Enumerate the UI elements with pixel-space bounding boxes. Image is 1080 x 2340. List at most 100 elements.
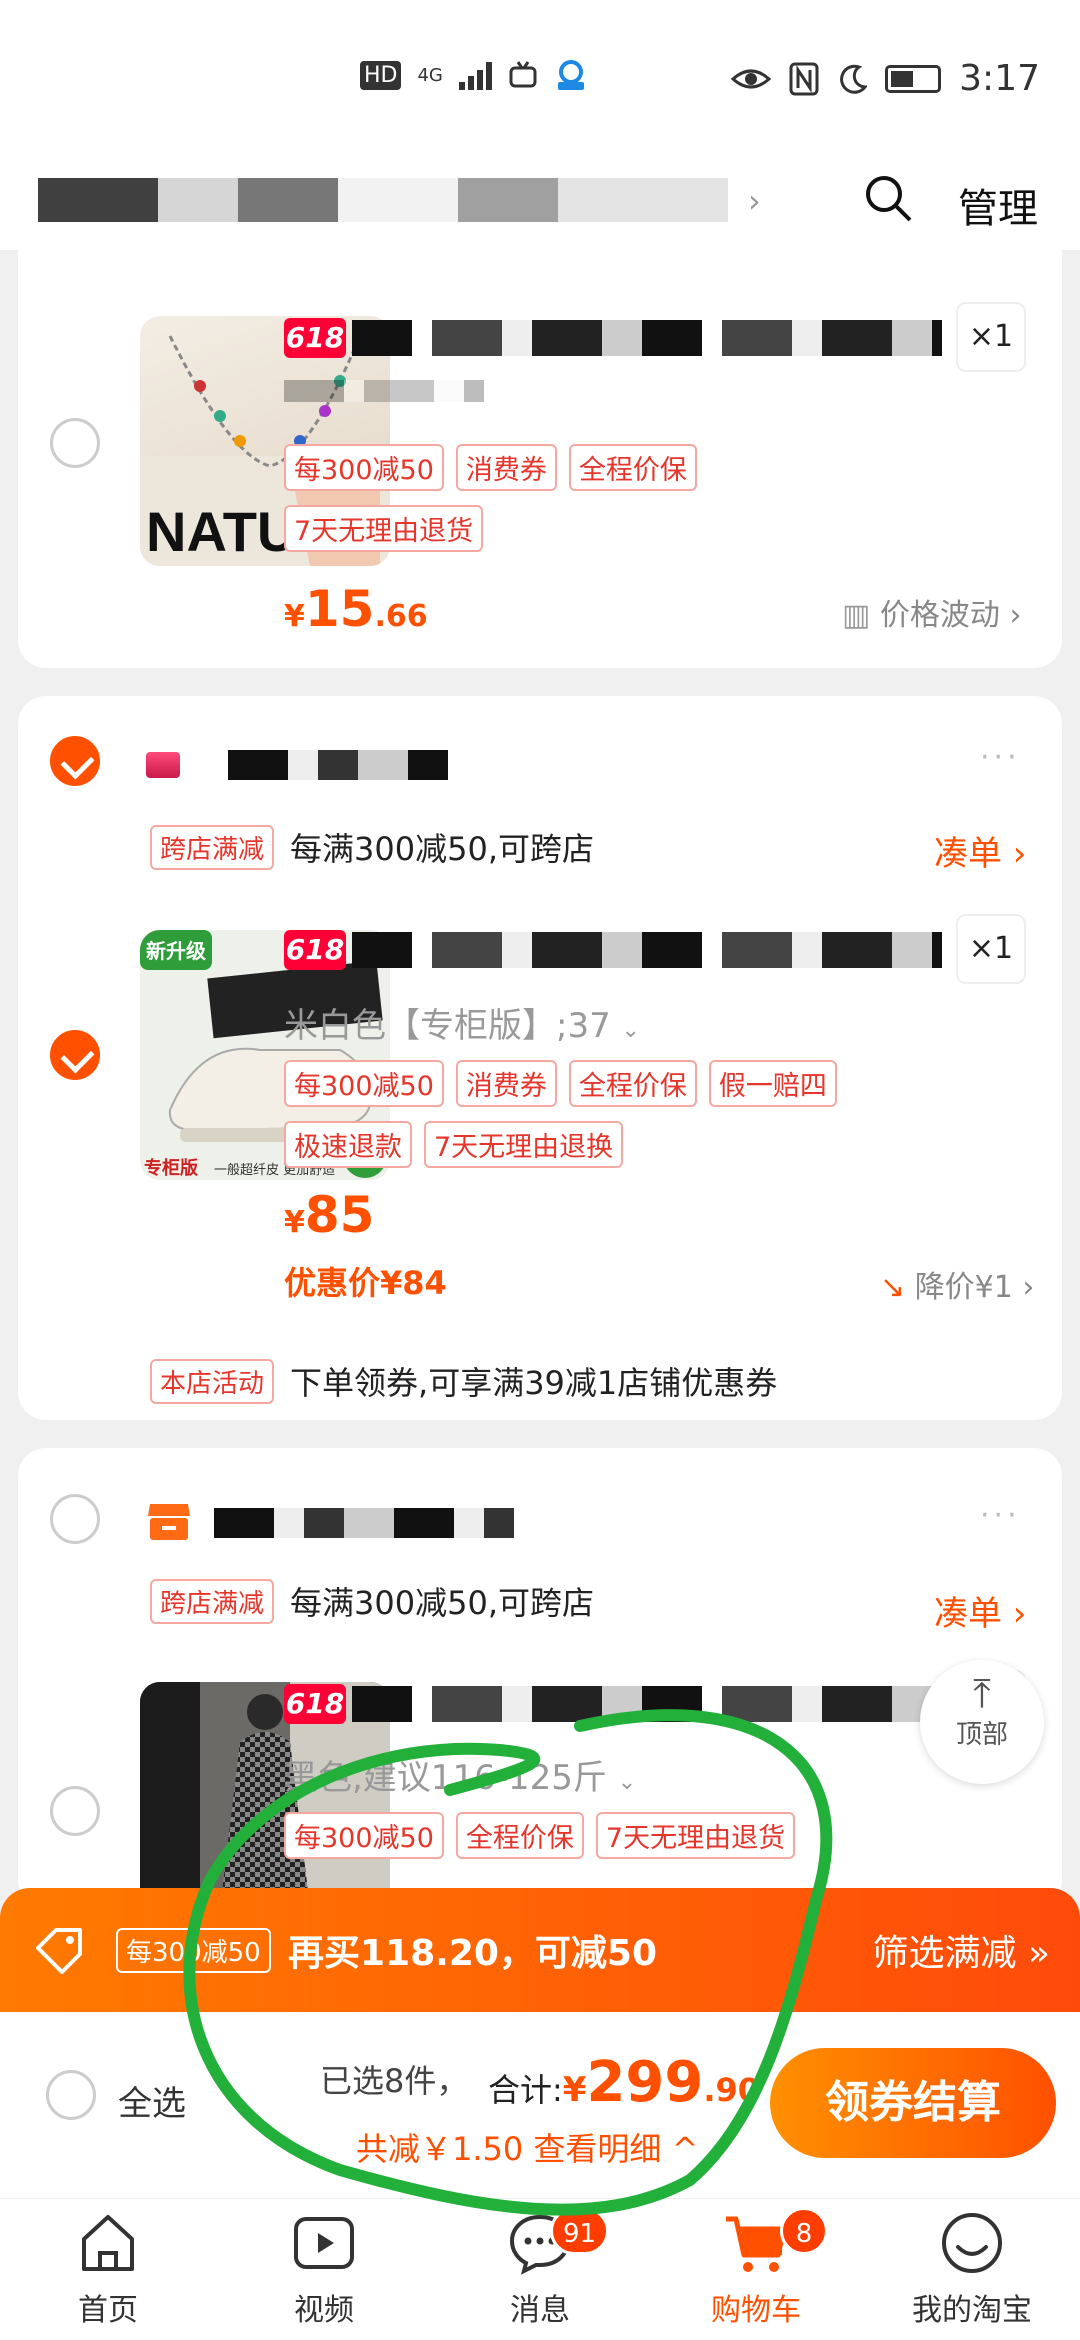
sku-selector[interactable]: 黑色,建议116-125斤 ⌄ — [284, 1750, 636, 1799]
selected-count: 已选8件， — [320, 2062, 469, 2100]
item-select-radio[interactable] — [50, 1786, 100, 1836]
address-redacted[interactable] — [38, 178, 728, 222]
status-right: 3:17 — [731, 58, 1040, 99]
store-icon — [148, 1504, 190, 1540]
tab-label: 首页 — [78, 2293, 138, 2328]
arrow-up-icon: ⤒ — [973, 1671, 991, 1717]
price-fluctuation-link[interactable]: ▥ 价格波动 › — [842, 590, 1021, 634]
price-currency: ¥ — [284, 1205, 305, 1240]
total-int: 299 — [586, 2050, 704, 2115]
promo-text: 下单领券,可享满39减1店铺优惠券 — [290, 1364, 778, 1402]
store-select-radio[interactable] — [50, 1494, 100, 1544]
item-price: ¥15.66 — [284, 580, 428, 638]
item-title-redacted[interactable] — [352, 932, 942, 968]
cross-store-promo: 跨店满减 每满300减50,可跨店 — [150, 824, 594, 870]
sku-label: 米白色【专柜版】;37 — [284, 1006, 611, 1046]
tab-home[interactable]: 首页 — [28, 2209, 188, 2329]
select-all-label[interactable]: 全选 — [118, 2076, 186, 2125]
promo-text: 每满300减50,可跨店 — [290, 830, 594, 868]
store-name-redacted[interactable] — [228, 750, 448, 780]
tab-label: 视频 — [294, 2293, 354, 2328]
tab-my-taobao[interactable]: 我的淘宝 — [892, 2209, 1052, 2329]
tag-618: 618 — [284, 930, 346, 970]
quantity-button[interactable]: ×1 — [956, 302, 1026, 372]
item-title-redacted[interactable] — [352, 320, 942, 356]
price-int: 85 — [304, 1186, 375, 1244]
checkout-button[interactable]: 领券结算 — [770, 2048, 1056, 2158]
item-title-redacted[interactable] — [352, 1686, 942, 1722]
chip: 消费券 — [455, 1060, 557, 1107]
tab-messages[interactable]: 消息 91 — [460, 2207, 620, 2329]
select-all-radio[interactable] — [46, 2070, 96, 2120]
sku-redacted[interactable] — [284, 380, 484, 402]
profile-icon — [942, 2213, 1002, 2273]
price-int: 15 — [304, 580, 375, 638]
price-drop-label: 降价¥1 — [914, 1270, 1013, 1305]
store-name-redacted[interactable] — [214, 1508, 514, 1538]
tab-label: 我的淘宝 — [912, 2293, 1032, 2328]
coupon-icon — [36, 1928, 82, 1974]
sku-selector[interactable]: 米白色【专柜版】;37 ⌄ — [284, 998, 640, 1047]
promo-tag: 跨店满减 — [150, 1578, 275, 1624]
coudan-link[interactable]: 凑单 › — [934, 826, 1026, 875]
tab-cart[interactable]: 购物车 8 — [676, 2207, 836, 2329]
promo-text: 每满300减50,可跨店 — [290, 1584, 594, 1622]
cross-store-promo: 跨店满减 每满300减50,可跨店 — [150, 1578, 594, 1624]
coudan-label: 凑单 — [934, 1594, 1002, 1634]
promo-banner[interactable]: 每300减50 再买118.20，可减50 筛选满减 » — [0, 1888, 1080, 2012]
banner-tag: 每300减50 — [116, 1928, 271, 1973]
cart-icon — [726, 2216, 787, 2272]
chip: 7天无理由退换 — [424, 1121, 624, 1168]
chip: 全程价保 — [455, 1812, 584, 1859]
hd-indicator: HD — [360, 60, 402, 90]
moon-icon — [840, 64, 868, 94]
coudan-label: 凑单 — [934, 834, 1002, 874]
tab-video[interactable]: 视频 — [244, 2209, 404, 2329]
arrow-down-right-icon: ↘ — [880, 1270, 906, 1305]
coudan-link[interactable]: 凑单 › — [934, 1586, 1026, 1635]
chip: 全程价保 — [568, 1060, 697, 1107]
chevron-right-icon: › — [1022, 1270, 1035, 1305]
thumb-brand: 专柜版 — [144, 1157, 198, 1179]
chip: 每300减50 — [284, 1060, 444, 1107]
tv-icon — [509, 61, 537, 88]
app-notify-icon — [557, 60, 584, 90]
tag-618: 618 — [284, 1684, 346, 1724]
search-icon[interactable] — [862, 172, 914, 224]
signal-icon — [458, 60, 492, 90]
chevron-down-icon: ⌄ — [617, 1770, 637, 1795]
store-activity: 本店活动 下单领券,可享满39减1店铺优惠券 — [150, 1358, 777, 1404]
price-currency: ¥ — [284, 599, 305, 634]
price-dec: .66 — [374, 599, 428, 634]
promo-tag: 跨店满减 — [150, 824, 275, 870]
more-icon[interactable]: ··· — [980, 740, 1021, 775]
back-to-top-button[interactable]: ⤒ 顶部 — [920, 1660, 1044, 1784]
network-type: 4G — [417, 64, 443, 86]
total-currency: ¥ — [562, 2070, 587, 2110]
filter-discount-link[interactable]: 筛选满减 » — [873, 1924, 1050, 1976]
back-to-top-label: 顶部 — [955, 1720, 1008, 1750]
svg-text:NATU: NATU — [146, 500, 297, 563]
savings-detail-link[interactable]: 共减￥1.50 查看明细 ^ — [356, 2124, 698, 2170]
quantity-button[interactable]: ×1 — [956, 914, 1026, 984]
message-badge: 91 — [550, 2207, 610, 2255]
cart-badge: 8 — [780, 2207, 828, 2255]
checkout-bar: 全选 已选8件， 合计:¥299.90 共减￥1.50 查看明细 ^ 领券结算 — [0, 2012, 1080, 2198]
chip: 假一赔四 — [708, 1060, 837, 1107]
manage-button[interactable]: 管理 — [958, 176, 1038, 234]
price-drop-link[interactable]: ↘ 降价¥1 › — [880, 1262, 1034, 1306]
chip: 消费券 — [455, 444, 557, 491]
item-price: ¥85 — [284, 1186, 374, 1244]
chevron-right-icon[interactable]: › — [748, 182, 761, 220]
status-bar: HD 4G 3:17 — [0, 0, 1080, 150]
chip: 7天无理由退货 — [595, 1812, 796, 1859]
chip: 7天无理由退货 — [284, 505, 484, 552]
item-select-radio[interactable] — [50, 1030, 100, 1080]
price-fluctuation-label: 价格波动 — [879, 598, 1000, 633]
item-select-radio[interactable] — [50, 418, 100, 468]
sku-label: 黑色,建议116-125斤 — [284, 1758, 607, 1798]
cart-header: › 管理 — [0, 150, 1080, 250]
more-icon[interactable]: ··· — [980, 1498, 1021, 1533]
store-select-radio[interactable] — [50, 736, 100, 786]
store-card-3: ··· 跨店满减 每满300减50,可跨店 凑单 › 618 ×1 黑色,建议1… — [18, 1448, 1062, 1908]
